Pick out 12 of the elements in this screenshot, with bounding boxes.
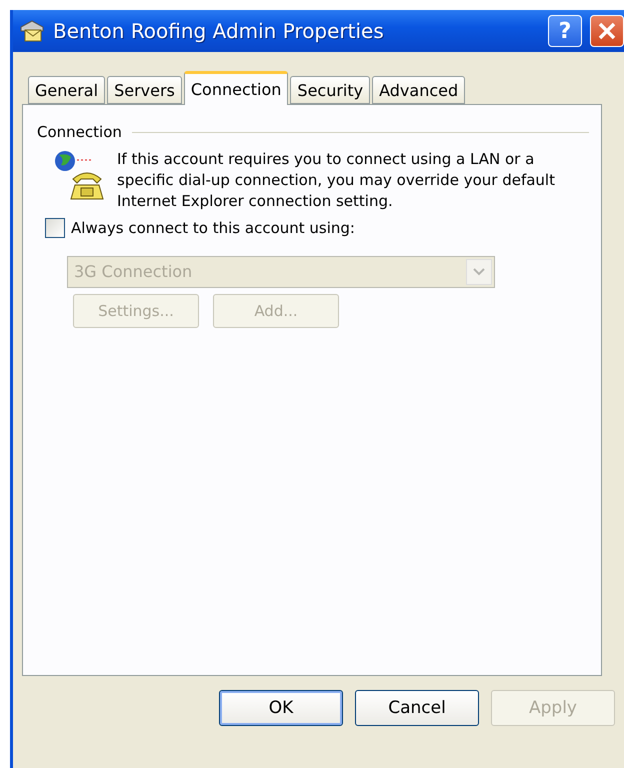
window-title: Benton Roofing Admin Properties xyxy=(53,19,385,43)
group-title: Connection xyxy=(37,123,122,141)
tab[interactable]: Connection xyxy=(184,71,288,105)
tab[interactable]: Security xyxy=(290,76,370,104)
tab[interactable]: General xyxy=(28,76,106,104)
help-button[interactable]: ? xyxy=(548,15,582,47)
description-text: If this account requires you to connect using a LAN or a specific dial-up connection, you may override your default Internet Explorer connection setting. xyxy=(117,149,556,212)
dialog-button[interactable]: OK xyxy=(219,690,343,726)
dialog-button[interactable]: Cancel xyxy=(355,690,479,726)
checkbox-label: Always connect to this account using: xyxy=(71,219,355,237)
tab[interactable]: Advanced xyxy=(372,76,466,104)
tab[interactable]: Servers xyxy=(107,76,182,104)
